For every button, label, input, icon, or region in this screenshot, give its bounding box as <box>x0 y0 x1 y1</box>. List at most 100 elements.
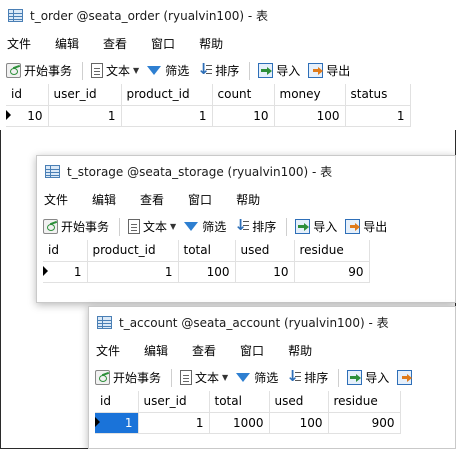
filter-label: 筛选 <box>254 371 279 385</box>
begin-transaction-button[interactable]: 开始事务 <box>43 218 109 235</box>
menu-help[interactable]: 帮助 <box>199 35 223 52</box>
cell-status[interactable]: 1 <box>345 105 411 127</box>
import-icon <box>347 370 363 385</box>
sort-button[interactable]: 排序 <box>286 367 328 386</box>
menu-view[interactable]: 查看 <box>140 191 164 208</box>
menu-view[interactable]: 查看 <box>192 342 216 359</box>
column-header-used[interactable]: used <box>269 391 329 413</box>
begin-transaction-label: 开始事务 <box>61 220 110 234</box>
cell-id[interactable]: 1 <box>43 261 88 283</box>
column-header-residue[interactable]: residue <box>294 240 370 262</box>
menu-edit[interactable]: 编辑 <box>144 342 168 359</box>
menu-view[interactable]: 查看 <box>103 35 127 52</box>
cell-residue[interactable]: 900 <box>328 412 401 434</box>
window-t-storage: t_storage @seata_storage (ryualvin100) -… <box>36 155 456 303</box>
column-header-residue[interactable]: residue <box>328 391 401 413</box>
column-header-user-id[interactable]: user_id <box>138 391 210 413</box>
column-header-product-id[interactable]: product_id <box>121 84 213 106</box>
export-icon <box>345 219 361 234</box>
import-button[interactable]: 导入 <box>258 62 300 79</box>
filter-icon <box>184 222 199 231</box>
cell-count[interactable]: 10 <box>212 105 275 127</box>
text-view-button[interactable]: 文本 ▼ <box>91 62 139 79</box>
row-pointer-icon <box>95 416 100 427</box>
cell-product-id[interactable]: 1 <box>87 261 179 283</box>
import-icon <box>258 63 274 78</box>
table-row[interactable]: 1 1 100 10 90 <box>43 261 370 283</box>
window-title: t_order @seata_order (ryualvin100) - 表 <box>30 8 268 23</box>
column-header-id[interactable]: id <box>95 391 139 413</box>
column-header-total[interactable]: total <box>178 240 236 262</box>
transaction-icon <box>43 219 58 234</box>
column-header-used[interactable]: used <box>235 240 295 262</box>
table-icon <box>45 164 60 178</box>
begin-transaction-label: 开始事务 <box>24 64 73 78</box>
menu-help[interactable]: 帮助 <box>288 342 312 359</box>
cell-total[interactable]: 1000 <box>209 412 270 434</box>
data-grid: id product_id total used residue 1 1 100… <box>43 240 370 283</box>
menu-window[interactable]: 窗口 <box>188 191 212 208</box>
column-header-product-id[interactable]: product_id <box>87 240 179 262</box>
column-header-total[interactable]: total <box>209 391 270 413</box>
table-row[interactable]: 10 1 1 10 100 1 <box>6 105 411 127</box>
cell-user-id[interactable]: 1 <box>48 105 122 127</box>
title-bar: t_account @seata_account (ryualvin100) -… <box>89 307 455 337</box>
column-header-id[interactable]: id <box>43 240 88 262</box>
import-button[interactable]: 导入 <box>295 218 337 235</box>
import-label: 导入 <box>276 64 301 78</box>
chevron-down-icon[interactable]: ▼ <box>133 66 139 75</box>
column-header-money[interactable]: money <box>274 84 346 106</box>
sort-button[interactable]: 排序 <box>197 60 239 79</box>
cell-money[interactable]: 100 <box>274 105 346 127</box>
import-button[interactable]: 导入 <box>347 369 389 386</box>
column-header-count[interactable]: count <box>212 84 275 106</box>
begin-transaction-button[interactable]: 开始事务 <box>95 369 161 386</box>
column-header-id[interactable]: id <box>6 84 49 106</box>
column-header-status[interactable]: status <box>345 84 411 106</box>
row-pointer-icon <box>43 265 48 276</box>
filter-button[interactable]: 筛选 <box>147 62 189 79</box>
export-label: 导出 <box>363 220 388 234</box>
cell-total[interactable]: 100 <box>178 261 236 283</box>
sort-button[interactable]: 排序 <box>234 216 276 235</box>
cell-residue[interactable]: 90 <box>294 261 370 283</box>
cell-used[interactable]: 10 <box>235 261 295 283</box>
begin-transaction-button[interactable]: 开始事务 <box>6 62 72 79</box>
cell-user-id[interactable]: 1 <box>138 412 210 434</box>
table-row[interactable]: 1 1 1000 100 900 <box>95 412 401 434</box>
filter-icon <box>147 66 162 75</box>
cell-id[interactable]: 10 <box>6 105 49 127</box>
export-button[interactable]: 导出 <box>345 218 387 235</box>
window-title: t_storage @seata_storage (ryualvin100) -… <box>67 164 333 179</box>
toolbar-separator <box>338 368 340 387</box>
filter-label: 筛选 <box>202 220 227 234</box>
menu-bar: 文件 编辑 查看 窗口 帮助 <box>37 186 455 213</box>
menu-file[interactable]: 文件 <box>44 191 68 208</box>
menu-edit[interactable]: 编辑 <box>92 191 116 208</box>
toolbar-separator <box>249 61 251 80</box>
menu-file[interactable]: 文件 <box>7 35 31 52</box>
text-view-button[interactable]: 文本 ▼ <box>180 369 228 386</box>
cell-product-id[interactable]: 1 <box>121 105 213 127</box>
text-view-button[interactable]: 文本 ▼ <box>128 218 176 235</box>
chevron-down-icon[interactable]: ▼ <box>222 373 228 382</box>
menu-window[interactable]: 窗口 <box>151 35 175 52</box>
column-header-user-id[interactable]: user_id <box>48 84 122 106</box>
export-button[interactable] <box>397 370 415 385</box>
text-view-label: 文本 <box>195 371 220 385</box>
cell-id[interactable]: 1 <box>95 412 139 434</box>
table-icon <box>8 8 23 22</box>
window-t-order: t_order @seata_order (ryualvin100) - 表 文… <box>0 0 456 130</box>
menu-help[interactable]: 帮助 <box>236 191 260 208</box>
text-document-icon <box>180 370 193 385</box>
toolbar-separator <box>82 61 84 80</box>
filter-button[interactable]: 筛选 <box>184 218 226 235</box>
chevron-down-icon[interactable]: ▼ <box>170 222 176 231</box>
export-button[interactable]: 导出 <box>308 62 350 79</box>
cell-used[interactable]: 100 <box>269 412 329 434</box>
menu-edit[interactable]: 编辑 <box>55 35 79 52</box>
menu-window[interactable]: 窗口 <box>240 342 264 359</box>
menu-file[interactable]: 文件 <box>96 342 120 359</box>
filter-button[interactable]: 筛选 <box>236 369 278 386</box>
export-label: 导出 <box>326 64 351 78</box>
